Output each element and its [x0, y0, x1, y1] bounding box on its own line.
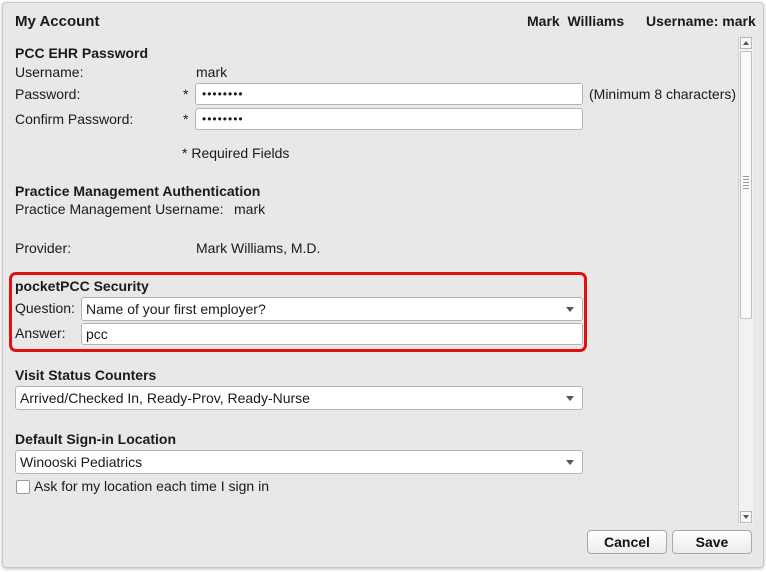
signin-location-heading: Default Sign-in Location [15, 431, 176, 447]
question-select[interactable]: Name of your first employer? [81, 297, 583, 321]
my-account-dialog: My Account Mark Williams Username: mark … [2, 2, 764, 568]
question-selected-value: Name of your first employer? [86, 301, 266, 317]
ask-location-label: Ask for my location each time I sign in [34, 478, 269, 494]
visit-status-selected-value: Arrived/Checked In, Ready-Prov, Ready-Nu… [20, 390, 310, 406]
password-min-hint: (Minimum 8 characters) [589, 86, 737, 102]
signin-location-select[interactable]: Winooski Pediatrics [15, 450, 583, 474]
save-button[interactable]: Save [672, 530, 752, 554]
password-required-marker: * [183, 86, 189, 102]
header-username-label: Username: [646, 13, 719, 29]
user-display-name: Mark Williams [527, 13, 625, 29]
required-fields-note: * Required Fields [182, 145, 290, 161]
scroll-down-button[interactable] [740, 511, 752, 523]
confirm-password-label: Confirm Password: [15, 111, 134, 127]
ehr-username-label: Username: [15, 64, 84, 80]
question-label: Question: [15, 300, 75, 316]
grip-icon [743, 176, 749, 190]
visit-status-select[interactable]: Arrived/Checked In, Ready-Prov, Ready-Nu… [15, 386, 583, 410]
header-username: Username: mark [646, 13, 756, 29]
answer-label: Answer: [15, 325, 66, 341]
ehr-password-heading: PCC EHR Password [15, 45, 149, 61]
chevron-down-icon [566, 307, 574, 312]
chevron-down-icon [566, 460, 574, 465]
password-field[interactable]: •••••••• [195, 83, 583, 105]
signin-location-selected-value: Winooski Pediatrics [20, 454, 143, 470]
confirm-password-field[interactable]: •••••••• [195, 108, 583, 130]
scroll-content: PCC EHR Password Username: mark Password… [3, 35, 737, 523]
answer-field[interactable]: pcc [81, 323, 583, 345]
header-username-value: mark [722, 13, 756, 29]
scroll-up-button[interactable] [740, 37, 752, 49]
confirm-required-marker: * [183, 111, 189, 127]
password-label: Password: [15, 86, 81, 102]
scrollbar-thumb[interactable] [740, 51, 752, 319]
visit-status-heading: Visit Status Counters [15, 367, 157, 383]
arrow-up-icon [743, 41, 749, 45]
pm-username-value: mark [234, 201, 266, 217]
pocketpcc-heading: pocketPCC Security [15, 278, 149, 294]
cancel-button[interactable]: Cancel [587, 530, 667, 554]
provider-value: Mark Williams, M.D. [196, 240, 321, 256]
practice-mgmt-heading: Practice Management Authentication [15, 183, 261, 199]
ask-location-checkbox[interactable] [16, 480, 30, 494]
provider-label: Provider: [15, 240, 72, 256]
vertical-scrollbar[interactable] [738, 37, 753, 524]
pm-username-label: Practice Management Username: [15, 201, 224, 217]
dialog-title: My Account [15, 13, 100, 30]
arrow-down-icon [743, 515, 749, 519]
ehr-username-value: mark [196, 64, 228, 80]
chevron-down-icon [566, 396, 574, 401]
